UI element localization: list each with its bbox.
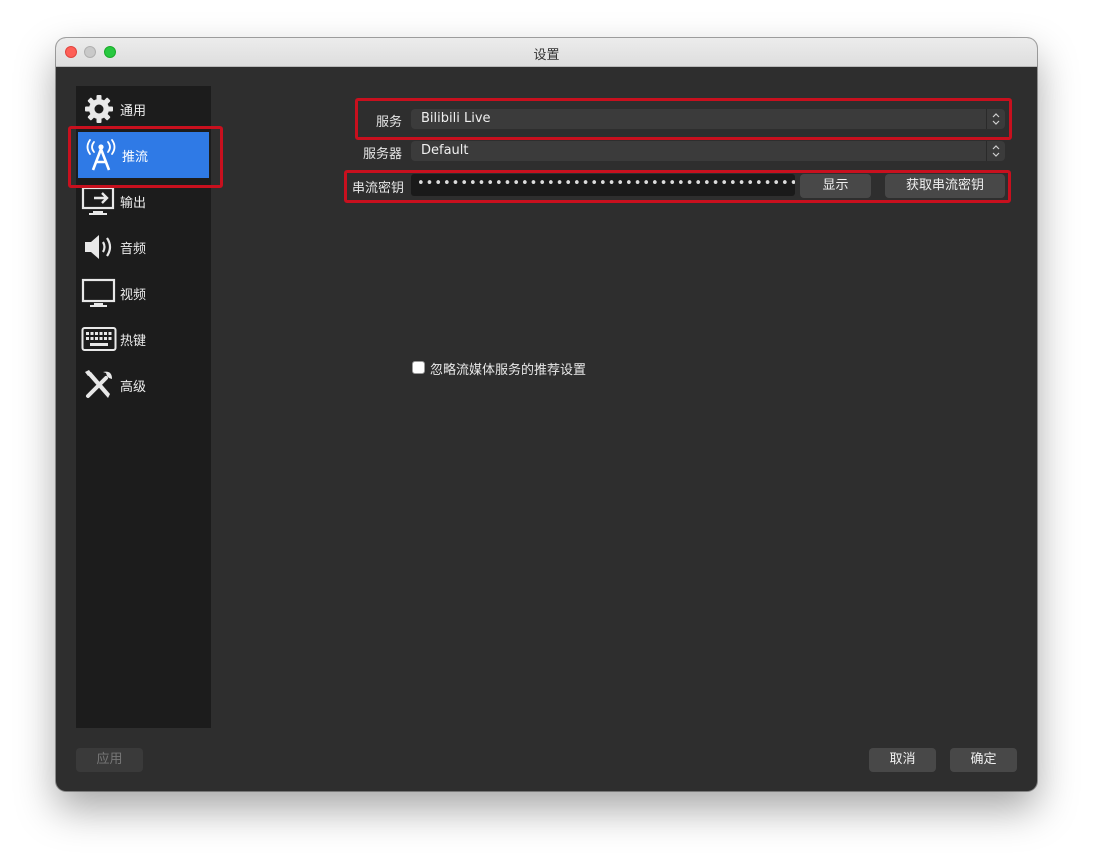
settings-window: 设置 通用 推流 输出 音频 视频 热键 高级 服务 Bilibili Live… — [56, 38, 1037, 791]
show-key-button[interactable]: 显示 — [800, 174, 871, 198]
sidebar-item-video[interactable]: 视频 — [76, 270, 211, 316]
gear-icon — [81, 91, 117, 127]
get-stream-key-button[interactable]: 获取串流密钥 — [885, 174, 1005, 198]
sidebar-item-audio[interactable]: 音频 — [76, 224, 211, 270]
output-monitor-icon — [81, 183, 117, 219]
sidebar-item-label: 输出 — [120, 195, 147, 211]
cancel-button[interactable]: 取消 — [869, 748, 936, 772]
stream-key-label: 串流密钥 — [351, 181, 404, 196]
service-value: Bilibili Live — [421, 111, 491, 126]
sidebar-item-general[interactable]: 通用 — [76, 86, 211, 132]
updown-chevron-icon — [986, 141, 1005, 161]
sidebar-item-label: 推流 — [122, 149, 149, 165]
sidebar-item-stream[interactable]: 推流 — [78, 132, 209, 178]
ignore-recommendations-checkbox[interactable] — [412, 361, 425, 374]
ignore-recommendations-label: 忽略流媒体服务的推荐设置 — [430, 363, 587, 378]
sidebar-item-hotkeys[interactable]: 热键 — [76, 316, 211, 362]
service-select[interactable]: Bilibili Live — [411, 109, 1005, 129]
tools-icon — [81, 367, 117, 403]
sidebar-item-label: 通用 — [120, 103, 147, 119]
sidebar-item-advanced[interactable]: 高级 — [76, 362, 211, 408]
server-label: 服务器 — [362, 147, 402, 162]
sidebar-item-label: 高级 — [120, 379, 147, 395]
updown-chevron-icon — [986, 109, 1005, 129]
sidebar-item-output[interactable]: 输出 — [76, 178, 211, 224]
title-bar: 设置 — [56, 38, 1037, 67]
service-label: 服务 — [375, 115, 402, 130]
server-select[interactable]: Default — [411, 141, 1005, 161]
sidebar-item-label: 音频 — [120, 241, 147, 257]
stream-key-input[interactable]: ••••••••••••••••••••••••••••••••••••••••… — [411, 174, 795, 196]
settings-sidebar: 通用 推流 输出 音频 视频 热键 高级 — [76, 86, 211, 728]
server-value: Default — [421, 143, 469, 158]
keyboard-icon — [81, 321, 117, 357]
speaker-icon — [81, 229, 117, 265]
apply-button[interactable]: 应用 — [76, 748, 143, 772]
sidebar-item-label: 热键 — [120, 333, 147, 349]
window-title: 设置 — [533, 48, 560, 63]
ok-button[interactable]: 确定 — [950, 748, 1017, 772]
sidebar-item-label: 视频 — [120, 287, 147, 303]
broadcast-antenna-icon — [83, 137, 119, 173]
monitor-icon — [81, 275, 117, 311]
